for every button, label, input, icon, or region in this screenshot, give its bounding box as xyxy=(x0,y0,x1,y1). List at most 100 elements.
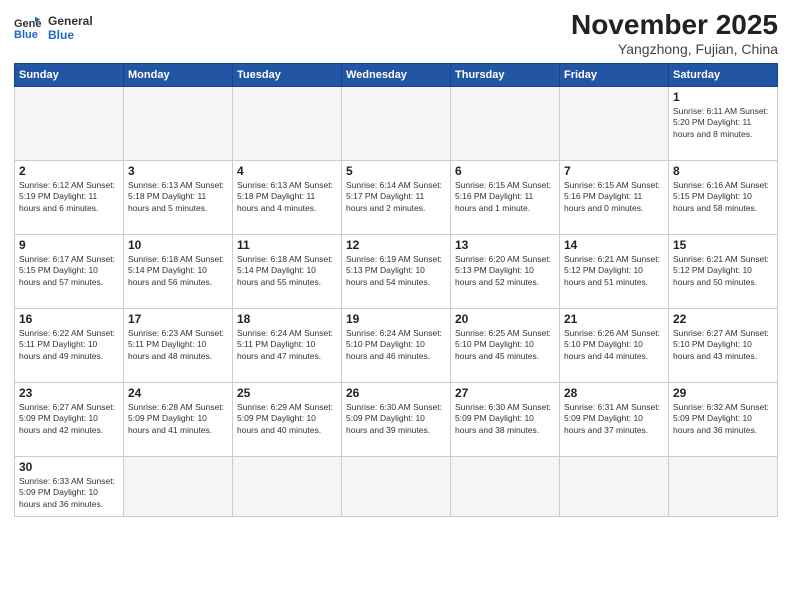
calendar-cell xyxy=(233,86,342,160)
day-number: 8 xyxy=(673,164,773,178)
calendar-cell xyxy=(669,456,778,516)
day-number: 17 xyxy=(128,312,228,326)
calendar-cell: 28 Sunrise: 6:31 AM Sunset: 5:09 PM Dayli… xyxy=(560,382,669,456)
day-info: Sunrise: 6:13 AM Sunset: 5:18 PM Dayligh… xyxy=(128,180,228,214)
day-info: Sunrise: 6:30 AM Sunset: 5:09 PM Dayligh… xyxy=(346,402,446,436)
calendar-cell: 18 Sunrise: 6:24 AM Sunset: 5:11 PM Dayli… xyxy=(233,308,342,382)
calendar-cell: 16Sunrise: 6:22 AM Sunset: 5:11 PM Dayli… xyxy=(15,308,124,382)
day-number: 5 xyxy=(346,164,446,178)
day-info: Sunrise: 6:11 AM Sunset: 5:20 PM Dayligh… xyxy=(673,106,773,140)
day-info: Sunrise: 6:28 AM Sunset: 5:09 PM Dayligh… xyxy=(128,402,228,436)
day-info: Sunrise: 6:15 AM Sunset: 5:16 PM Dayligh… xyxy=(455,180,555,214)
day-info: Sunrise: 6:20 AM Sunset: 5:13 PM Dayligh… xyxy=(455,254,555,288)
day-info: Sunrise: 6:24 AM Sunset: 5:10 PM Dayligh… xyxy=(346,328,446,362)
weekday-header-tuesday: Tuesday xyxy=(233,63,342,86)
calendar-cell: 2 Sunrise: 6:12 AM Sunset: 5:19 PM Daylig… xyxy=(15,160,124,234)
calendar-cell: 30Sunrise: 6:33 AM Sunset: 5:09 PM Dayli… xyxy=(15,456,124,516)
calendar-cell: 26 Sunrise: 6:30 AM Sunset: 5:09 PM Dayli… xyxy=(342,382,451,456)
day-info: Sunrise: 6:24 AM Sunset: 5:11 PM Dayligh… xyxy=(237,328,337,362)
calendar-cell: 3 Sunrise: 6:13 AM Sunset: 5:18 PM Daylig… xyxy=(124,160,233,234)
day-number: 20 xyxy=(455,312,555,326)
day-number: 6 xyxy=(455,164,555,178)
day-number: 13 xyxy=(455,238,555,252)
weekday-header-monday: Monday xyxy=(124,63,233,86)
day-info: Sunrise: 6:31 AM Sunset: 5:09 PM Dayligh… xyxy=(564,402,664,436)
calendar-cell: 12 Sunrise: 6:19 AM Sunset: 5:13 PM Dayli… xyxy=(342,234,451,308)
calendar-cell: 9 Sunrise: 6:17 AM Sunset: 5:15 PM Daylig… xyxy=(15,234,124,308)
logo-icon: General Blue xyxy=(14,16,42,40)
weekday-header-wednesday: Wednesday xyxy=(342,63,451,86)
day-number: 11 xyxy=(237,238,337,252)
day-info: Sunrise: 6:18 AM Sunset: 5:14 PM Dayligh… xyxy=(237,254,337,288)
location-text: Yangzhong, Fujian, China xyxy=(571,41,778,57)
calendar-cell: 15Sunrise: 6:21 AM Sunset: 5:12 PM Dayli… xyxy=(669,234,778,308)
calendar-cell: 22 Sunrise: 6:27 AM Sunset: 5:10 PM Dayli… xyxy=(669,308,778,382)
calendar-cell: 24 Sunrise: 6:28 AM Sunset: 5:09 PM Dayli… xyxy=(124,382,233,456)
day-number: 12 xyxy=(346,238,446,252)
calendar-cell xyxy=(124,456,233,516)
day-number: 4 xyxy=(237,164,337,178)
day-number: 28 xyxy=(564,386,664,400)
day-info: Sunrise: 6:32 AM Sunset: 5:09 PM Dayligh… xyxy=(673,402,773,436)
day-info: Sunrise: 6:12 AM Sunset: 5:19 PM Dayligh… xyxy=(19,180,119,214)
day-number: 24 xyxy=(128,386,228,400)
logo-blue-text: Blue xyxy=(48,28,93,42)
calendar-cell xyxy=(560,456,669,516)
svg-text:Blue: Blue xyxy=(14,29,38,40)
calendar-cell: 11 Sunrise: 6:18 AM Sunset: 5:14 PM Dayli… xyxy=(233,234,342,308)
weekday-header-row: SundayMondayTuesdayWednesdayThursdayFrid… xyxy=(15,63,778,86)
calendar-week-row: 16Sunrise: 6:22 AM Sunset: 5:11 PM Dayli… xyxy=(15,308,778,382)
weekday-header-thursday: Thursday xyxy=(451,63,560,86)
month-title: November 2025 xyxy=(571,10,778,41)
calendar-cell: 13 Sunrise: 6:20 AM Sunset: 5:13 PM Dayli… xyxy=(451,234,560,308)
day-info: Sunrise: 6:27 AM Sunset: 5:10 PM Dayligh… xyxy=(673,328,773,362)
calendar-cell xyxy=(124,86,233,160)
calendar-cell: 1 Sunrise: 6:11 AM Sunset: 5:20 PM Daylig… xyxy=(669,86,778,160)
day-number: 9 xyxy=(19,238,119,252)
day-info: Sunrise: 6:15 AM Sunset: 5:16 PM Dayligh… xyxy=(564,180,664,214)
day-info: Sunrise: 6:18 AM Sunset: 5:14 PM Dayligh… xyxy=(128,254,228,288)
calendar-cell xyxy=(233,456,342,516)
calendar-cell xyxy=(451,86,560,160)
day-number: 14 xyxy=(564,238,664,252)
calendar-cell xyxy=(15,86,124,160)
day-info: Sunrise: 6:17 AM Sunset: 5:15 PM Dayligh… xyxy=(19,254,119,288)
day-number: 10 xyxy=(128,238,228,252)
weekday-header-sunday: Sunday xyxy=(15,63,124,86)
calendar-week-row: 1 Sunrise: 6:11 AM Sunset: 5:20 PM Daylig… xyxy=(15,86,778,160)
day-info: Sunrise: 6:14 AM Sunset: 5:17 PM Dayligh… xyxy=(346,180,446,214)
day-number: 23 xyxy=(19,386,119,400)
day-number: 21 xyxy=(564,312,664,326)
title-block: November 2025 Yangzhong, Fujian, China xyxy=(571,10,778,57)
day-info: Sunrise: 6:13 AM Sunset: 5:18 PM Dayligh… xyxy=(237,180,337,214)
day-number: 19 xyxy=(346,312,446,326)
day-info: Sunrise: 6:27 AM Sunset: 5:09 PM Dayligh… xyxy=(19,402,119,436)
day-info: Sunrise: 6:22 AM Sunset: 5:11 PM Dayligh… xyxy=(19,328,119,362)
day-info: Sunrise: 6:23 AM Sunset: 5:11 PM Dayligh… xyxy=(128,328,228,362)
calendar-cell: 5 Sunrise: 6:14 AM Sunset: 5:17 PM Daylig… xyxy=(342,160,451,234)
day-info: Sunrise: 6:30 AM Sunset: 5:09 PM Dayligh… xyxy=(455,402,555,436)
day-number: 1 xyxy=(673,90,773,104)
calendar-week-row: 9 Sunrise: 6:17 AM Sunset: 5:15 PM Daylig… xyxy=(15,234,778,308)
calendar-cell xyxy=(560,86,669,160)
day-number: 18 xyxy=(237,312,337,326)
day-info: Sunrise: 6:25 AM Sunset: 5:10 PM Dayligh… xyxy=(455,328,555,362)
calendar-cell: 21Sunrise: 6:26 AM Sunset: 5:10 PM Dayli… xyxy=(560,308,669,382)
calendar-table: SundayMondayTuesdayWednesdayThursdayFrid… xyxy=(14,63,778,517)
calendar-week-row: 2 Sunrise: 6:12 AM Sunset: 5:19 PM Daylig… xyxy=(15,160,778,234)
day-number: 27 xyxy=(455,386,555,400)
calendar-cell xyxy=(342,86,451,160)
day-number: 22 xyxy=(673,312,773,326)
logo-general-text: General xyxy=(48,14,93,28)
calendar-cell: 19 Sunrise: 6:24 AM Sunset: 5:10 PM Dayli… xyxy=(342,308,451,382)
day-info: Sunrise: 6:21 AM Sunset: 5:12 PM Dayligh… xyxy=(564,254,664,288)
day-info: Sunrise: 6:29 AM Sunset: 5:09 PM Dayligh… xyxy=(237,402,337,436)
calendar-cell: 10 Sunrise: 6:18 AM Sunset: 5:14 PM Dayli… xyxy=(124,234,233,308)
logo: General Blue General Blue xyxy=(14,14,93,43)
day-number: 3 xyxy=(128,164,228,178)
calendar-week-row: 30Sunrise: 6:33 AM Sunset: 5:09 PM Dayli… xyxy=(15,456,778,516)
day-number: 2 xyxy=(19,164,119,178)
day-info: Sunrise: 6:16 AM Sunset: 5:15 PM Dayligh… xyxy=(673,180,773,214)
day-info: Sunrise: 6:19 AM Sunset: 5:13 PM Dayligh… xyxy=(346,254,446,288)
day-number: 26 xyxy=(346,386,446,400)
